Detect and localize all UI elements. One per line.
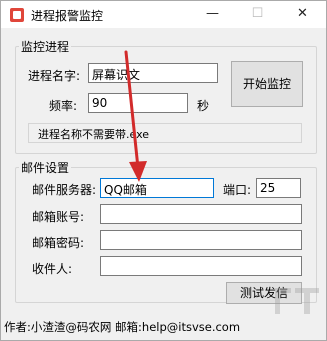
recipient-input[interactable] [100,256,302,276]
title-bar[interactable]: 进程报警监控 — ☐ ✕ [1,1,326,28]
start-monitor-button[interactable]: 开始监控 [231,61,303,107]
minimize-button[interactable]: — [190,1,235,28]
minimize-icon: — [206,6,219,21]
process-name-label: 进程名字: [28,69,81,83]
recipient-label: 收件人: [32,262,73,276]
footer-author-info: 作者:小渣渣@码农网 邮箱:help@itsvse.com [4,320,241,334]
mail-account-input[interactable] [100,204,302,224]
maximize-icon: ☐ [251,6,264,21]
hint-box: 进程名称不需要带.exe [28,123,302,143]
close-icon: ✕ [297,6,308,21]
close-button[interactable]: ✕ [280,1,325,28]
maximize-button: ☐ [235,1,280,28]
mail-password-label: 邮箱密码: [32,236,85,250]
frequency-label: 频率: [49,99,78,113]
port-input[interactable]: 25 [256,178,301,198]
window-title: 进程报警监控 [31,9,104,23]
mail-settings-group-title: 邮件设置 [19,159,72,176]
mail-server-label: 邮件服务器: [32,183,97,197]
process-name-input[interactable]: 屏幕识文 [88,63,218,83]
hint-text: 进程名称不需要带.exe [38,128,150,141]
port-label: 端口: [223,183,252,197]
frequency-unit-label: 秒 [197,99,210,113]
mail-account-label: 邮箱账号: [32,210,85,224]
mail-server-input[interactable]: QQ邮箱 [100,178,214,198]
frequency-input[interactable]: 90 [88,93,188,113]
monitor-process-group-title: 监控进程 [19,38,72,55]
app-window: 进程报警监控 — ☐ ✕ 监控进程 进程名字: 屏幕识文 频率: 90 秒 开始… [0,0,327,341]
app-icon [10,8,24,22]
watermark-logo [275,288,319,314]
mail-password-input[interactable] [100,230,302,250]
